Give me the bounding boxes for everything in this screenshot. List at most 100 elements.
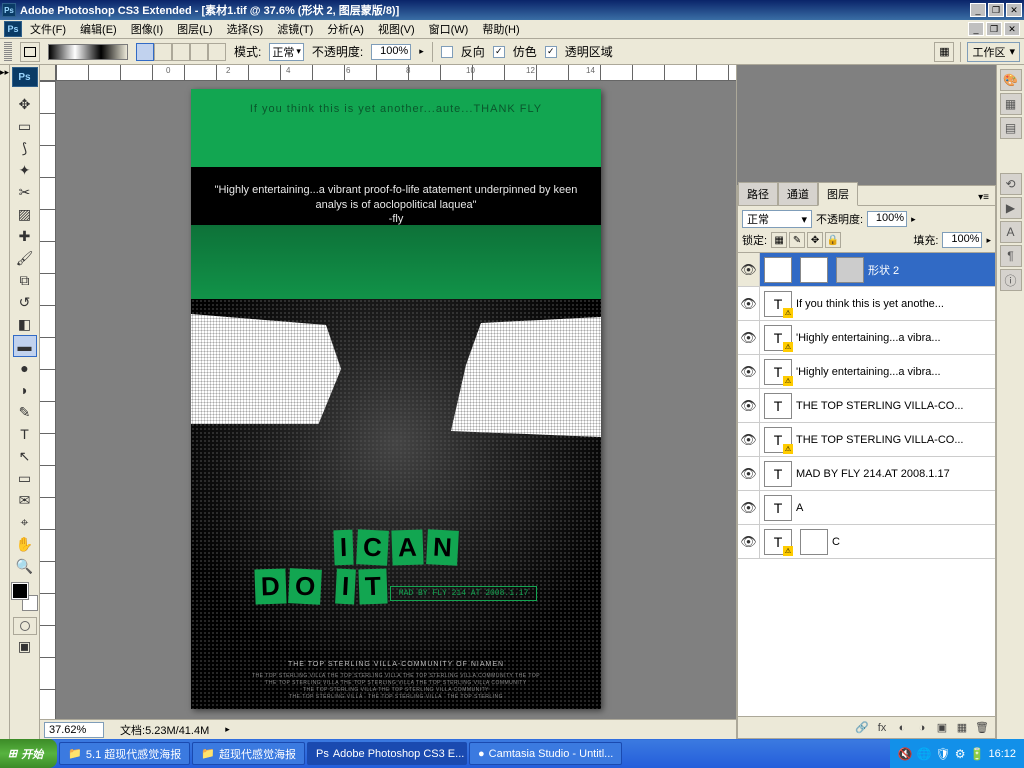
tray-icon[interactable]: 🌐 [917,747,932,761]
pen-tool[interactable]: ✎ [13,401,37,423]
history-icon[interactable]: ⟲ [1000,173,1022,195]
system-tray[interactable]: 🔇 🌐 🛡 ⚙ 🔋 16:12 [890,739,1024,768]
close-button[interactable]: ✕ [1006,3,1022,17]
lock-all-button[interactable]: 🔒 [825,232,841,248]
visibility-toggle[interactable]: 👁 [738,355,760,388]
menu-file[interactable]: 文件(F) [24,19,72,39]
shape-tool[interactable]: ▭ [13,467,37,489]
info-icon[interactable]: ⓘ [1000,269,1022,291]
fill-input[interactable]: 100% [942,232,982,248]
eraser-tool[interactable]: ◧ [13,313,37,335]
gradient-angle-button[interactable] [172,43,190,61]
paragraph-icon[interactable]: ¶ [1000,245,1022,267]
new-group-button[interactable]: ▣ [933,719,951,737]
lock-transparent-button[interactable]: ▦ [771,232,787,248]
gradient-linear-button[interactable] [136,43,154,61]
vector-mask-thumb[interactable] [836,257,864,283]
layer-mask-thumb[interactable] [800,257,828,283]
taskbar-item[interactable]: 📁 超现代感觉海报 [192,742,305,765]
visibility-toggle[interactable]: 👁 [738,457,760,490]
layer-row[interactable]: 👁 T MAD BY FLY 214.AT 2008.1.17 [738,457,995,491]
doc-minimize-button[interactable]: _ [968,22,984,36]
tray-icon[interactable]: 🔋 [970,747,985,761]
canvas-viewport[interactable]: If you think this is yet another...aute.… [56,81,736,719]
layer-name[interactable]: THE TOP STERLING VILLA-CO... [796,400,995,412]
lock-pixels-button[interactable]: ✎ [789,232,805,248]
eyedropper-tool[interactable]: ⌖ [13,511,37,533]
layer-name[interactable]: MAD BY FLY 214.AT 2008.1.17 [796,468,995,480]
quick-mask-button[interactable] [13,617,37,635]
doc-restore-button[interactable]: ❐ [986,22,1002,36]
adjustment-layer-button[interactable]: ◑ [913,719,931,737]
menu-view[interactable]: 视图(V) [372,19,421,39]
taskbar-item[interactable]: Ps Adobe Photoshop CS3 E... [307,742,467,765]
workspace-select[interactable]: 工作区▾ [967,42,1020,62]
document-artboard[interactable]: If you think this is yet another...aute.… [191,89,601,709]
menu-window[interactable]: 窗口(W) [423,19,475,39]
text-layer-icon[interactable]: T⚠ [764,325,792,351]
lasso-tool[interactable]: ⟆ [13,137,37,159]
layer-row[interactable]: 👁 T⚠ 'Highly entertaining...a vibra... [738,321,995,355]
visibility-toggle[interactable]: 👁 [738,321,760,354]
gradient-preview[interactable] [48,44,128,60]
options-grip[interactable] [4,42,12,62]
menu-filter[interactable]: 滤镜(T) [271,19,319,39]
tab-layers[interactable]: 图层 [818,182,858,206]
gradient-reflected-button[interactable] [190,43,208,61]
color-swatch[interactable] [12,583,38,611]
move-tool[interactable]: ✥ [13,93,37,115]
text-layer-icon[interactable]: T⚠ [764,427,792,453]
text-layer-icon[interactable]: T [764,461,792,487]
visibility-toggle[interactable]: 👁 [738,525,760,558]
link-layers-button[interactable]: 🔗 [853,719,871,737]
crop-tool[interactable]: ✂ [13,181,37,203]
lock-position-button[interactable]: ✥ [807,232,823,248]
fx-button[interactable]: fx [873,719,891,737]
new-layer-button[interactable]: ▦ [953,719,971,737]
menu-layer[interactable]: 图层(L) [171,19,218,39]
screen-mode-button[interactable]: ▣ [13,635,37,657]
visibility-toggle[interactable]: 👁 [738,253,760,286]
layer-name[interactable]: A [796,502,995,514]
layer-row[interactable]: 👁 T⚠ THE TOP STERLING VILLA-CO... [738,423,995,457]
layer-row[interactable]: 👁 T THE TOP STERLING VILLA-CO... [738,389,995,423]
ruler-vertical[interactable] [40,81,56,719]
color-icon[interactable]: ▦ [1000,93,1022,115]
layer-list[interactable]: 👁 形状 2 👁 T⚠ If you think this is yet ano… [738,253,995,716]
text-layer-icon[interactable]: T [764,495,792,521]
tray-icon[interactable]: 🔇 [898,747,913,761]
delete-layer-button[interactable]: 🗑 [973,719,991,737]
visibility-toggle[interactable]: 👁 [738,423,760,456]
tool-preset-button[interactable] [20,42,40,62]
zoom-tool[interactable]: 🔍 [13,555,37,577]
hand-tool[interactable]: ✋ [13,533,37,555]
taskbar-item[interactable]: ● Camtasia Studio - Untitl... [469,742,622,765]
actions-icon[interactable]: ▶ [1000,197,1022,219]
tray-icon[interactable]: ⚙ [955,747,966,761]
path-select-tool[interactable]: ↖ [13,445,37,467]
menu-image[interactable]: 图像(I) [125,19,169,39]
text-layer-icon[interactable]: T [764,393,792,419]
menu-edit[interactable]: 编辑(E) [74,19,123,39]
layer-row[interactable]: 👁 T⚠ C [738,525,995,559]
tab-paths[interactable]: 路径 [738,182,778,205]
opacity-input[interactable]: 100% [371,44,411,60]
blur-tool[interactable]: ● [13,357,37,379]
stamp-tool[interactable]: ⧉ [13,269,37,291]
ruler-horizontal[interactable]: 0 2 4 6 8 10 12 14 [40,65,736,81]
layer-opacity-input[interactable]: 100% [867,211,907,227]
brush-tool[interactable]: 🖌 [13,247,37,269]
transparency-checkbox[interactable]: ✓ [545,46,557,58]
visibility-toggle[interactable]: 👁 [738,491,760,524]
menu-select[interactable]: 选择(S) [221,19,270,39]
layer-thumb[interactable] [764,257,792,283]
gradient-radial-button[interactable] [154,43,172,61]
visibility-toggle[interactable]: 👁 [738,287,760,320]
layer-row[interactable]: 👁 T⚠ 'Highly entertaining...a vibra... [738,355,995,389]
taskbar-item[interactable]: 📁 5.1 超现代感觉海报 [59,742,190,765]
gradient-tool[interactable]: ▬ [13,335,37,357]
gradient-diamond-button[interactable] [208,43,226,61]
character-icon[interactable]: A [1000,221,1022,243]
text-layer-icon[interactable]: T⚠ [764,359,792,385]
blend-mode-select[interactable]: 正常▾ [269,43,304,61]
